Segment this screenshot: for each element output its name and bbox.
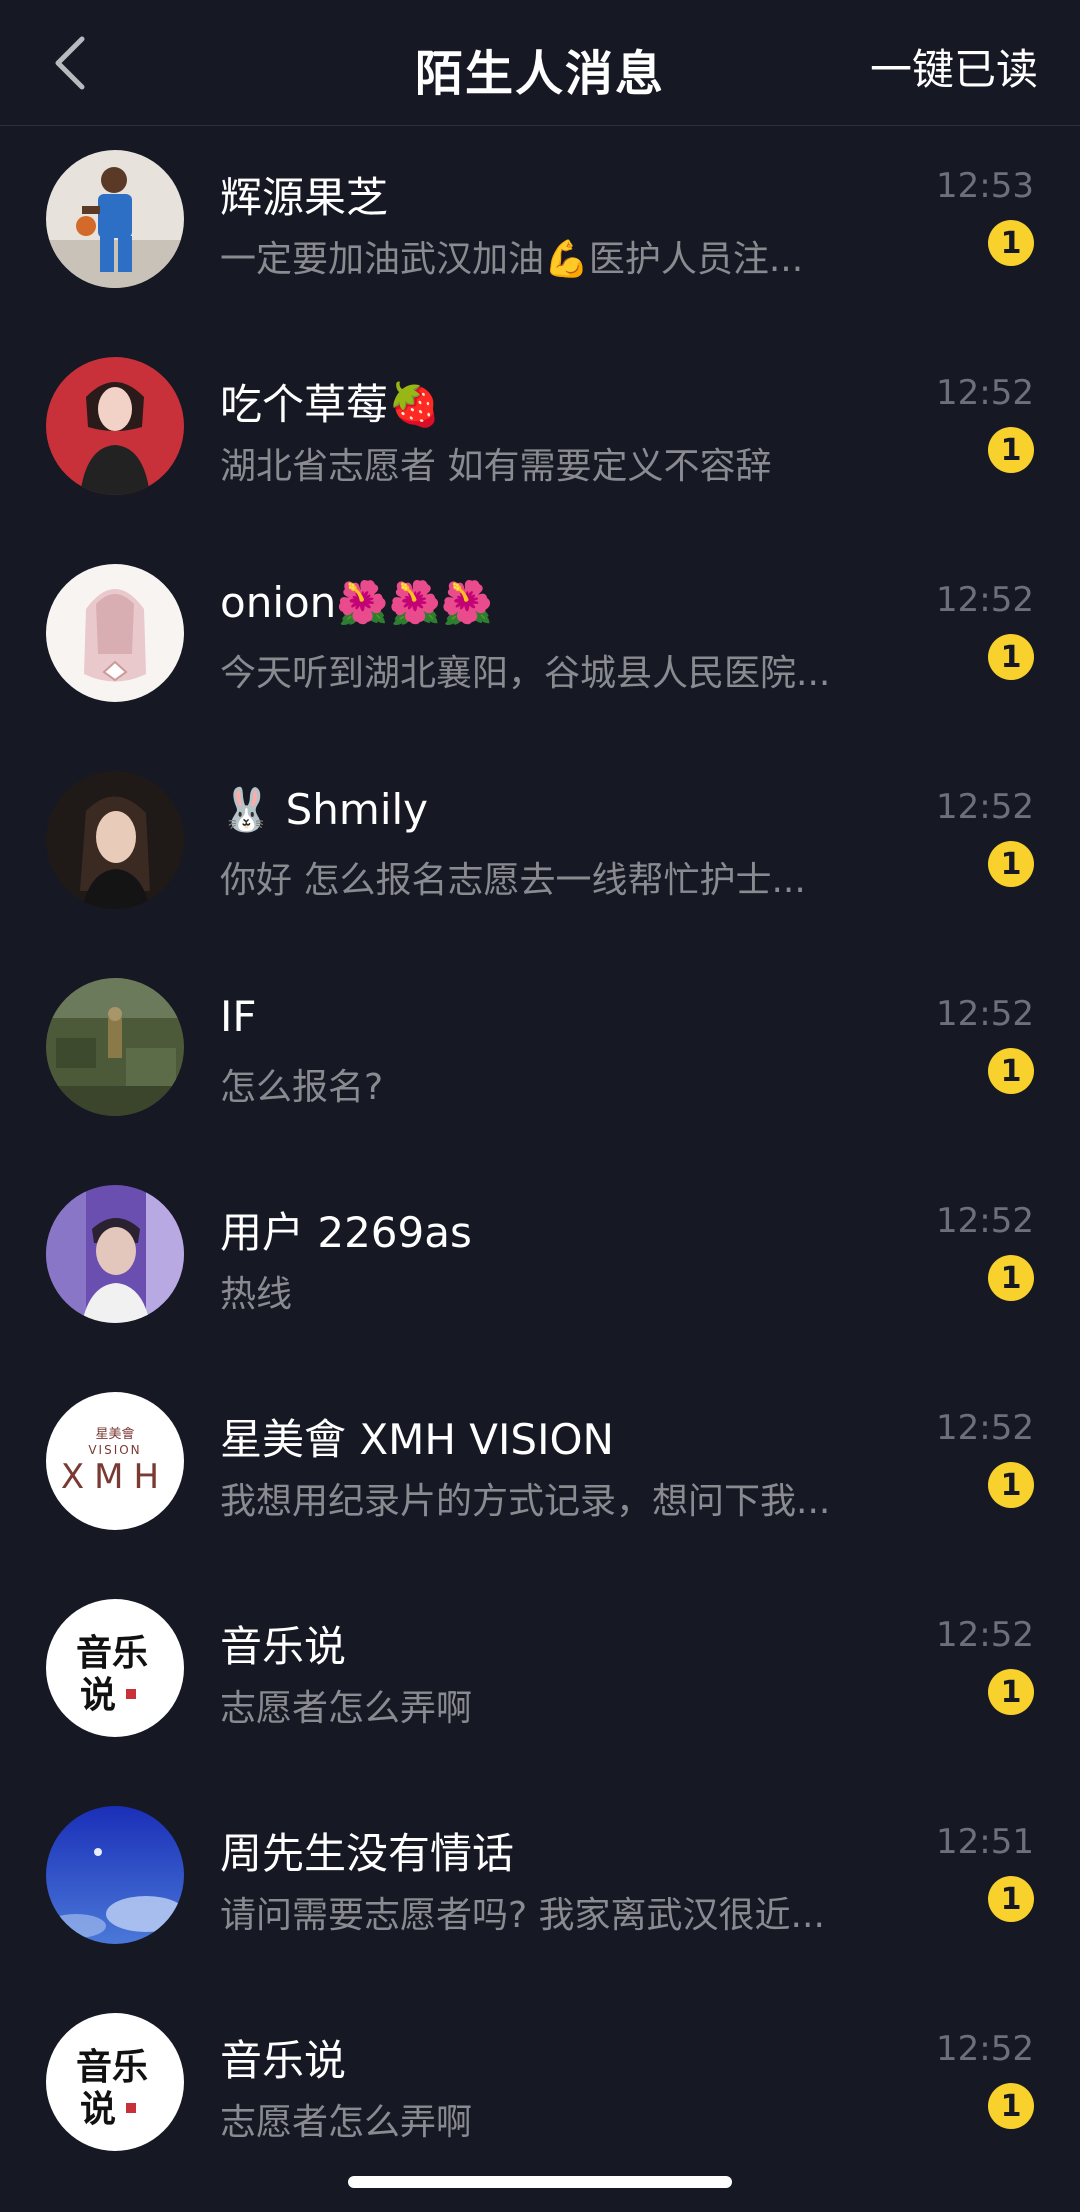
unread-badge: 1 bbox=[988, 220, 1034, 266]
message-time: 12:52 bbox=[936, 787, 1034, 827]
contact-name: onion🌺🌺🌺 bbox=[220, 578, 494, 627]
message-time: 12:52 bbox=[936, 1615, 1034, 1655]
unread-badge: 1 bbox=[988, 1255, 1034, 1301]
message-preview: 请问需要志愿者吗? 我家离武汉很近... bbox=[220, 1895, 825, 1936]
contact-name: 🐰 Shmily bbox=[220, 785, 429, 834]
unread-badge: 1 bbox=[988, 2083, 1034, 2129]
message-row[interactable]: 周先生没有情话 请问需要志愿者吗? 我家离武汉很近... 12:51 1 bbox=[0, 1782, 1080, 1989]
svg-text:VISION: VISION bbox=[88, 1443, 141, 1457]
contact-name: 音乐说 bbox=[220, 1622, 347, 1671]
message-time: 12:52 bbox=[936, 373, 1034, 413]
message-row[interactable]: 吃个草莓🍓 湖北省志愿者 如有需要定义不容辞 12:52 1 bbox=[0, 333, 1080, 540]
svg-text:说: 说 bbox=[80, 1675, 116, 1716]
message-time: 12:51 bbox=[936, 1822, 1034, 1862]
unread-badge: 1 bbox=[988, 1462, 1034, 1508]
avatar[interactable]: 星美會 VISION XMH bbox=[46, 1392, 184, 1530]
message-row[interactable]: 音乐 说 音乐说 志愿者怎么弄啊 12:52 1 bbox=[0, 1989, 1080, 2196]
svg-text:说: 说 bbox=[80, 2089, 116, 2130]
avatar[interactable] bbox=[46, 771, 184, 909]
avatar[interactable]: 音乐 说 bbox=[46, 1599, 184, 1737]
message-preview: 志愿者怎么弄啊 bbox=[220, 2102, 473, 2143]
avatar[interactable]: 音乐 说 bbox=[46, 2013, 184, 2151]
message-row[interactable]: onion🌺🌺🌺 今天听到湖北襄阳，谷城县人民医院... 12:52 1 bbox=[0, 540, 1080, 747]
contact-name: 周先生没有情话 bbox=[220, 1829, 515, 1878]
avatar[interactable] bbox=[46, 150, 184, 288]
top-bar: 陌生人消息 一键已读 bbox=[0, 0, 1080, 126]
message-row[interactable]: 用户 2269as 热线 12:52 1 bbox=[0, 1161, 1080, 1368]
avatar[interactable] bbox=[46, 1806, 184, 1944]
mark-all-read-button[interactable]: 一键已读 bbox=[870, 36, 1038, 97]
message-preview: 热线 bbox=[220, 1274, 293, 1315]
message-row[interactable]: 星美會 VISION XMH 星美會 XMH VISION 我想用纪录片的方式记… bbox=[0, 1368, 1080, 1575]
avatar[interactable] bbox=[46, 978, 184, 1116]
message-preview: 志愿者怎么弄啊 bbox=[220, 1688, 473, 1729]
home-indicator bbox=[348, 2176, 732, 2188]
unread-badge: 1 bbox=[988, 1876, 1034, 1922]
message-row[interactable]: 辉源果芝 一定要加油武汉加油💪医护人员注... 12:53 1 bbox=[0, 126, 1080, 333]
contact-name: 辉源果芝 bbox=[220, 173, 389, 222]
message-time: 12:52 bbox=[936, 580, 1034, 620]
message-time: 12:52 bbox=[936, 1408, 1034, 1448]
back-button[interactable] bbox=[40, 30, 100, 96]
message-row[interactable]: IF 怎么报名? 12:52 1 bbox=[0, 954, 1080, 1161]
message-preview: 今天听到湖北襄阳，谷城县人民医院... bbox=[220, 653, 831, 694]
unread-badge: 1 bbox=[988, 1669, 1034, 1715]
message-row[interactable]: 🐰 Shmily 你好 怎么报名志愿去一线帮忙护士... 12:52 1 bbox=[0, 747, 1080, 954]
message-row[interactable]: 音乐 说 音乐说 志愿者怎么弄啊 12:52 1 bbox=[0, 1575, 1080, 1782]
message-time: 12:52 bbox=[936, 2029, 1034, 2069]
contact-name: 吃个草莓🍓 bbox=[220, 380, 441, 429]
avatar[interactable] bbox=[46, 564, 184, 702]
unread-badge: 1 bbox=[988, 427, 1034, 473]
message-preview: 湖北省志愿者 如有需要定义不容辞 bbox=[220, 446, 772, 487]
unread-badge: 1 bbox=[988, 634, 1034, 680]
contact-name: 星美會 XMH VISION bbox=[220, 1415, 614, 1464]
message-preview: 怎么报名? bbox=[220, 1067, 384, 1108]
message-time: 12:52 bbox=[936, 994, 1034, 1034]
message-preview: 一定要加油武汉加油💪医护人员注... bbox=[220, 239, 804, 280]
avatar[interactable] bbox=[46, 1185, 184, 1323]
unread-badge: 1 bbox=[988, 1048, 1034, 1094]
svg-text:音乐: 音乐 bbox=[76, 1633, 148, 1674]
message-preview: 我想用纪录片的方式记录，想问下我... bbox=[220, 1481, 831, 1522]
contact-name: 用户 2269as bbox=[220, 1208, 472, 1257]
svg-text:星美會: 星美會 bbox=[95, 1427, 134, 1442]
svg-text:XMH: XMH bbox=[61, 1457, 169, 1497]
message-time: 12:53 bbox=[936, 166, 1034, 206]
svg-text:音乐: 音乐 bbox=[76, 2047, 148, 2088]
chevron-left-icon bbox=[55, 36, 85, 90]
unread-badge: 1 bbox=[988, 841, 1034, 887]
avatar[interactable] bbox=[46, 357, 184, 495]
message-list: 辉源果芝 一定要加油武汉加油💪医护人员注... 12:53 1 吃个草莓🍓 湖北… bbox=[0, 126, 1080, 2196]
message-time: 12:52 bbox=[936, 1201, 1034, 1241]
contact-name: 音乐说 bbox=[220, 2036, 347, 2085]
contact-name: IF bbox=[220, 992, 257, 1041]
message-preview: 你好 怎么报名志愿去一线帮忙护士... bbox=[220, 860, 806, 901]
